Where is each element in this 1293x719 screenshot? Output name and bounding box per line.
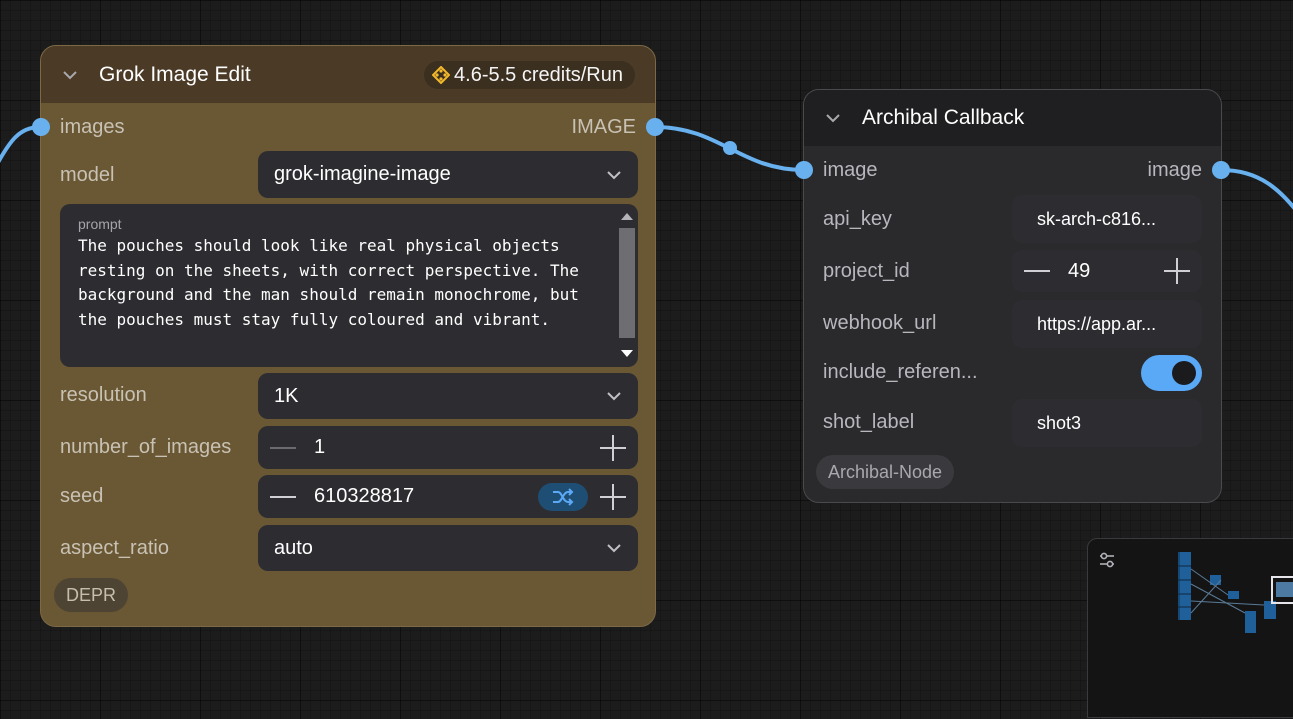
prompt-scrollbar[interactable] <box>616 206 638 365</box>
plus-icon[interactable] <box>600 484 626 510</box>
seed-stepper[interactable]: 610328817 <box>258 475 638 518</box>
chevron-down-icon[interactable] <box>63 68 77 82</box>
number-of-images-label: number_of_images <box>60 436 232 458</box>
shuffle-icon <box>553 488 574 506</box>
credits-badge: 4.6-5.5 credits/Run <box>424 61 635 89</box>
minus-icon[interactable] <box>270 496 296 498</box>
include-reference-label: include_referen... <box>823 361 978 383</box>
deprecated-badge: DEPR <box>54 578 129 612</box>
shot-label-input[interactable]: shot3 <box>1012 399 1202 447</box>
prompt-text[interactable]: The pouches should look like real physic… <box>78 234 598 332</box>
model-select[interactable]: grok-imagine-image <box>258 151 638 198</box>
api-key-value[interactable]: sk-arch-c816... <box>1037 209 1156 230</box>
node-source-badge: Archibal-Node <box>816 455 955 489</box>
model-value: grok-imagine-image <box>274 163 451 185</box>
model-label: model <box>60 164 115 186</box>
node-title: Grok Image Edit <box>99 62 251 86</box>
image-input-label: image <box>823 159 878 181</box>
seed-label: seed <box>60 485 104 507</box>
include-reference-toggle[interactable] <box>1141 355 1202 391</box>
shot-label-value[interactable]: shot3 <box>1037 413 1081 434</box>
aspect-ratio-label: aspect_ratio <box>60 537 169 559</box>
grok-image-edit-node[interactable]: Grok Image Edit 4.6-5.5 credits/Run imag… <box>40 45 656 627</box>
api-key-input[interactable]: sk-arch-c816... <box>1012 195 1202 243</box>
scrollbar-thumb[interactable] <box>619 228 635 338</box>
webhook-url-input[interactable]: https://app.ar... <box>1012 300 1202 348</box>
minimap[interactable] <box>1087 538 1293 718</box>
archibal-node-header[interactable]: Archibal Callback <box>804 90 1221 146</box>
minus-icon[interactable] <box>270 447 296 449</box>
scroll-up-icon[interactable] <box>621 213 633 220</box>
scroll-down-icon[interactable] <box>621 350 633 357</box>
webhook-url-value[interactable]: https://app.ar... <box>1037 314 1156 335</box>
resolution-value: 1K <box>274 385 299 407</box>
archibal-image-output-slot[interactable] <box>1212 161 1230 179</box>
project-id-label: project_id <box>823 260 910 282</box>
plus-icon[interactable] <box>1164 258 1190 284</box>
image-output-slot[interactable] <box>646 118 664 136</box>
chevron-down-icon[interactable] <box>826 111 840 125</box>
link-reroute-dot <box>723 141 737 155</box>
archibal-callback-node[interactable]: Archibal Callback image image api_key sk… <box>803 89 1222 503</box>
archibal-image-input-slot[interactable] <box>795 161 813 179</box>
chevron-down-icon <box>607 392 621 401</box>
number-of-images-stepper[interactable]: 1 <box>258 426 638 469</box>
toggle-knob <box>1172 361 1196 385</box>
seed-value[interactable]: 610328817 <box>314 485 414 508</box>
aspect-ratio-select[interactable]: auto <box>258 525 638 571</box>
prompt-label: prompt <box>78 216 122 232</box>
link-archibal-out <box>1220 168 1293 210</box>
grok-node-header[interactable]: Grok Image Edit 4.6-5.5 credits/Run <box>41 46 655 103</box>
plus-icon[interactable] <box>600 435 626 461</box>
resolution-select[interactable]: 1K <box>258 373 638 419</box>
images-input-label: images <box>60 116 125 138</box>
project-id-value[interactable]: 49 <box>1068 260 1090 283</box>
number-of-images-value[interactable]: 1 <box>314 436 325 459</box>
credits-text: 4.6-5.5 credits/Run <box>454 63 623 86</box>
chevron-down-icon <box>607 544 621 553</box>
shot-label-label: shot_label <box>823 411 915 433</box>
resolution-label: resolution <box>60 384 147 406</box>
project-id-stepper[interactable]: 49 <box>1012 250 1202 292</box>
node-title: Archibal Callback <box>862 106 1025 129</box>
aspect-ratio-value: auto <box>274 537 313 559</box>
images-input-slot[interactable] <box>32 118 50 136</box>
prompt-textarea[interactable]: prompt The pouches should look like real… <box>60 204 638 367</box>
chevron-down-icon <box>607 171 621 180</box>
webhook-url-label: webhook_url <box>823 312 937 334</box>
randomize-seed-button[interactable] <box>538 483 588 511</box>
image-output-label: IMAGE <box>571 116 636 138</box>
credits-icon <box>432 66 451 84</box>
image-output-label: image <box>1147 159 1202 181</box>
minus-icon[interactable] <box>1024 270 1050 272</box>
api-key-label: api_key <box>823 208 892 230</box>
minimap-graph <box>1178 552 1293 633</box>
